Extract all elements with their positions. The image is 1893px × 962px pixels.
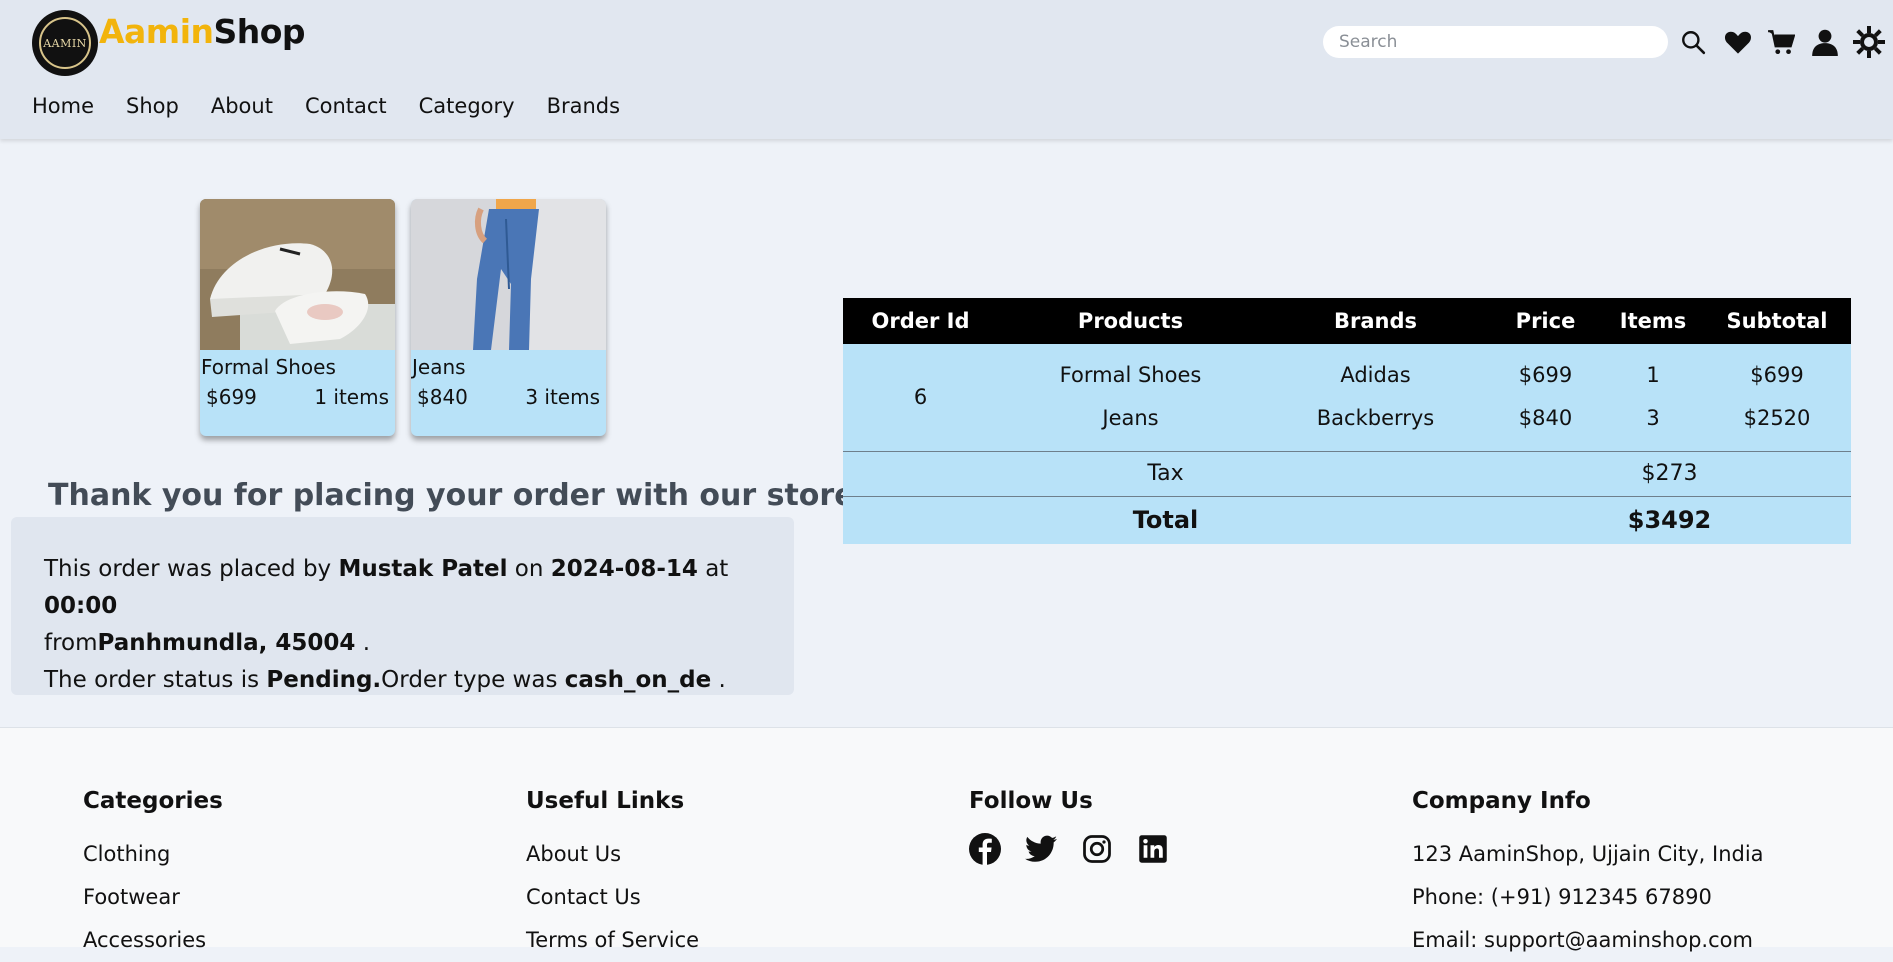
order-location: Panhmundla, 45004 bbox=[97, 630, 356, 656]
brand-name[interactable]: AaminShop bbox=[99, 12, 306, 51]
column-header: Subtotal bbox=[1703, 298, 1851, 344]
price-value: $840 bbox=[1518, 406, 1573, 431]
site-footer: Categories Clothing Footwear Accessories… bbox=[0, 727, 1893, 952]
site-header: AAMIN AaminShop Home Shop About Contac bbox=[0, 0, 1893, 139]
product-name: Jeans bbox=[1102, 406, 1159, 431]
company-address: 123 AaminShop, Ujjain City, India bbox=[1412, 842, 1764, 866]
nav-contact[interactable]: Contact bbox=[305, 94, 387, 118]
column-header: Order Id bbox=[843, 298, 998, 344]
brand-name: Backberrys bbox=[1316, 406, 1435, 431]
brand-name-part1: Aamin bbox=[99, 12, 214, 51]
facebook-icon[interactable] bbox=[969, 833, 1001, 865]
info-text: . bbox=[362, 630, 371, 656]
items-value: 1 bbox=[1646, 363, 1660, 388]
logo[interactable]: AAMIN bbox=[32, 10, 98, 76]
total-label: Total bbox=[843, 495, 1488, 544]
footer-link-accessories[interactable]: Accessories bbox=[83, 919, 223, 962]
footer-heading: Categories bbox=[83, 788, 223, 814]
table-header-row: Order Id Products Brands Price Items Sub… bbox=[843, 298, 1851, 344]
price-cell: $699 $840 bbox=[1488, 344, 1603, 451]
brand-name-part2: Shop bbox=[213, 12, 306, 51]
product-image bbox=[411, 199, 606, 350]
user-icon[interactable] bbox=[1809, 25, 1841, 59]
column-header: Brands bbox=[1263, 298, 1488, 344]
nav-about[interactable]: About bbox=[211, 94, 273, 118]
tax-value: $273 bbox=[1488, 450, 1851, 496]
customer-name: Mustak Patel bbox=[338, 556, 508, 582]
company-phone: Phone: (+91) 912345 67890 bbox=[1412, 885, 1712, 909]
items-cell: 1 3 bbox=[1603, 344, 1703, 451]
table-row: 6 Formal Shoes Jeans Adidas Backberrys $… bbox=[843, 344, 1851, 451]
footer-link-about-us[interactable]: About Us bbox=[526, 833, 699, 876]
footer-follow-us: Follow Us bbox=[969, 788, 1169, 865]
footer-link-clothing[interactable]: Clothing bbox=[83, 833, 223, 876]
product-name: Formal Shoes bbox=[1059, 363, 1202, 388]
cart-icon[interactable] bbox=[1765, 25, 1797, 59]
product-price: $699 bbox=[206, 385, 257, 409]
linkedin-icon[interactable] bbox=[1137, 833, 1169, 865]
footer-link-footwear[interactable]: Footwear bbox=[83, 876, 223, 919]
nav-home[interactable]: Home bbox=[32, 94, 94, 118]
instagram-icon[interactable] bbox=[1081, 833, 1113, 865]
nav-category[interactable]: Category bbox=[419, 94, 515, 118]
thank-you-message: Thank you for placing your order with ou… bbox=[48, 478, 869, 513]
nav-brands[interactable]: Brands bbox=[547, 94, 621, 118]
search-input[interactable] bbox=[1323, 26, 1668, 58]
brand-name: Adidas bbox=[1340, 363, 1411, 388]
product-name: Formal Shoes bbox=[201, 355, 336, 379]
tax-row: Tax $273 bbox=[843, 450, 1851, 496]
footer-categories: Categories Clothing Footwear Accessories bbox=[83, 788, 223, 962]
logo-text: AAMIN bbox=[39, 17, 91, 69]
info-text: . bbox=[718, 667, 726, 693]
theme-toggle-icon[interactable] bbox=[1853, 25, 1885, 59]
column-header: Items bbox=[1603, 298, 1703, 344]
main-nav: Home Shop About Contact Category Brands bbox=[32, 94, 652, 118]
company-email[interactable]: Email: support@aaminshop.com bbox=[1412, 919, 1764, 962]
twitter-icon[interactable] bbox=[1025, 833, 1057, 865]
order-info-box: This order was placed by Mustak Patel on… bbox=[11, 517, 794, 695]
order-type: cash_on_de bbox=[564, 667, 712, 693]
products-cell: Formal Shoes Jeans bbox=[998, 344, 1263, 451]
info-text: from bbox=[44, 630, 98, 656]
search-icon[interactable] bbox=[1677, 25, 1709, 59]
footer-link-contact-us[interactable]: Contact Us bbox=[526, 876, 699, 919]
order-time: 00:00 bbox=[44, 593, 118, 619]
price-value: $699 bbox=[1518, 363, 1573, 388]
footer-useful-links: Useful Links About Us Contact Us Terms o… bbox=[526, 788, 699, 962]
column-header: Products bbox=[998, 298, 1263, 344]
order-status: Pending. bbox=[266, 667, 382, 693]
info-text: The order status is bbox=[44, 667, 260, 693]
product-card[interactable]: Formal Shoes $699 1 items bbox=[200, 199, 395, 436]
tax-label: Tax bbox=[843, 450, 1488, 496]
info-text: This order was placed by bbox=[44, 556, 332, 582]
product-quantity: 3 items bbox=[525, 385, 600, 409]
order-date: 2024-08-14 bbox=[550, 556, 698, 582]
subtotal-value: $699 bbox=[1750, 363, 1804, 388]
footer-company-info: Company Info 123 AaminShop, Ujjain City,… bbox=[1412, 788, 1764, 962]
info-text: on bbox=[514, 556, 544, 582]
info-text: at bbox=[705, 556, 729, 582]
heart-icon[interactable] bbox=[1722, 25, 1754, 59]
nav-shop[interactable]: Shop bbox=[126, 94, 179, 118]
product-price: $840 bbox=[417, 385, 468, 409]
order-table: Order Id Products Brands Price Items Sub… bbox=[843, 298, 1851, 544]
total-row: Total $3492 bbox=[843, 495, 1851, 544]
product-image bbox=[200, 199, 395, 350]
subtotal-value: $2520 bbox=[1743, 406, 1811, 431]
product-name: Jeans bbox=[412, 355, 466, 379]
column-header: Price bbox=[1488, 298, 1603, 344]
footer-link-terms[interactable]: Terms of Service bbox=[526, 919, 699, 962]
product-quantity: 1 items bbox=[314, 385, 389, 409]
footer-heading: Company Info bbox=[1412, 788, 1591, 814]
product-card[interactable]: Jeans $840 3 items bbox=[411, 199, 606, 436]
subtotal-cell: $699 $2520 bbox=[1703, 344, 1851, 451]
info-text: Order type was bbox=[381, 667, 558, 693]
brands-cell: Adidas Backberrys bbox=[1263, 344, 1488, 451]
footer-heading: Follow Us bbox=[969, 788, 1093, 814]
footer-heading: Useful Links bbox=[526, 788, 685, 814]
total-value: $3492 bbox=[1488, 495, 1851, 544]
order-id-cell: 6 bbox=[843, 344, 998, 451]
items-value: 3 bbox=[1646, 406, 1660, 431]
